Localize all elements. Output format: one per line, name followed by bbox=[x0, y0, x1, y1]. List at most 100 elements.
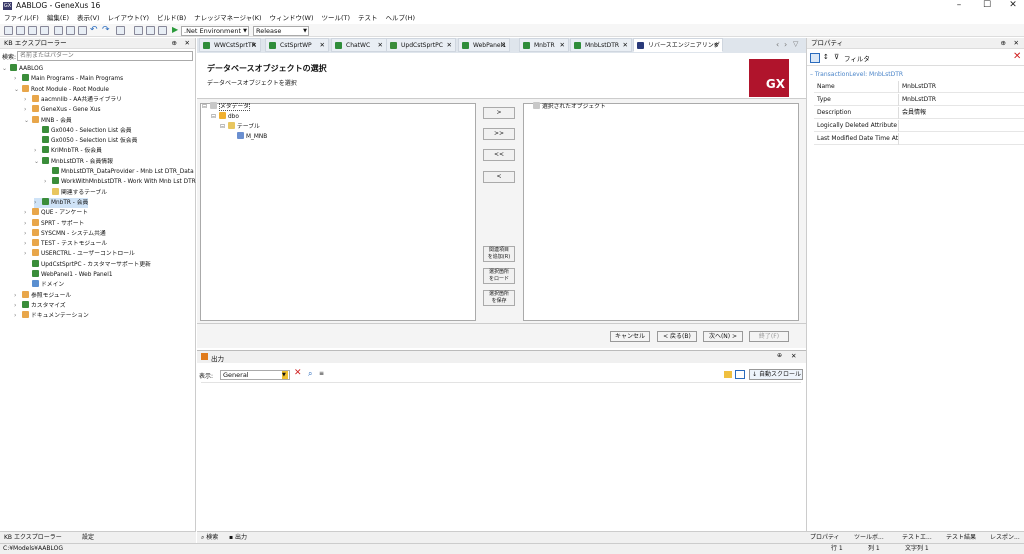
expander-icon[interactable]: › bbox=[34, 146, 42, 156]
tree-item-kb-root[interactable]: ⌄ AABLOG bbox=[2, 64, 43, 74]
deploy-icon[interactable] bbox=[158, 26, 167, 35]
tree-item-customization[interactable]: › カスタマイズ bbox=[14, 300, 66, 311]
property-row[interactable]: Description 会員情報 bbox=[814, 107, 1024, 119]
back-button[interactable]: < 戻る(B) bbox=[657, 331, 697, 342]
build-icon[interactable] bbox=[134, 26, 143, 35]
cancel-button[interactable]: キャンセル bbox=[610, 331, 650, 342]
property-value[interactable] bbox=[898, 120, 902, 132]
tab-chatwc[interactable]: ChatWC ✕ bbox=[331, 38, 387, 52]
menu-test[interactable]: テスト bbox=[354, 13, 382, 24]
save-icon[interactable] bbox=[28, 26, 37, 35]
tree-item-mnbtr[interactable]: › MnbTR - 会員 bbox=[34, 197, 89, 208]
tree-item-domains[interactable]: ドメイン bbox=[24, 280, 64, 290]
tree-item-module-genexus[interactable]: › GeneXus - Gene Xus bbox=[24, 105, 101, 115]
tab-close-icon[interactable]: ✕ bbox=[501, 39, 506, 52]
move-all-right-button[interactable]: >> bbox=[483, 128, 515, 140]
expander-icon[interactable]: › bbox=[44, 177, 52, 187]
menu-tools[interactable]: ツール(T) bbox=[318, 13, 355, 24]
move-left-button[interactable]: < bbox=[483, 171, 515, 183]
tree-node-metadata[interactable]: ⊟ メタデータ bbox=[202, 102, 250, 112]
tab-close-icon[interactable]: ✕ bbox=[623, 39, 628, 52]
tree-item-references[interactable]: › 参照モジュール bbox=[14, 290, 71, 301]
minimize-button[interactable]: – bbox=[946, 0, 972, 12]
expander-icon[interactable]: ⌄ bbox=[2, 64, 10, 74]
tree-item-mnblstdtr-dataprovider[interactable]: MnbLstDTR_DataProvider - Mnb Lst DTR_Dat… bbox=[44, 167, 194, 177]
expander-icon[interactable]: › bbox=[24, 105, 32, 115]
expander-icon[interactable]: › bbox=[24, 249, 32, 259]
tree-item-webpanel1[interactable]: WebPanel1 - Web Panel1 bbox=[24, 270, 113, 280]
selected-objects-list[interactable] bbox=[523, 103, 799, 321]
tree-item-module-aacmnlib[interactable]: › aacmnlib - AA共通ライブラリ bbox=[24, 94, 122, 105]
next-button[interactable]: 次へ(N) > bbox=[703, 331, 743, 342]
configuration-select[interactable]: Release ▼ bbox=[253, 26, 309, 36]
tree-item-gx0050[interactable]: Gx0050 - Selection List 仮会員 bbox=[34, 136, 137, 146]
open-icon[interactable] bbox=[16, 26, 25, 35]
property-value[interactable]: 会員情報 bbox=[898, 107, 926, 119]
property-value[interactable]: MnbLstDTR bbox=[898, 81, 936, 93]
tree-item-module-userctrl[interactable]: › USERCTRL - ユーザーコントロール bbox=[24, 249, 135, 259]
tree-item-documentation[interactable]: › ドキュメンテーション bbox=[14, 311, 89, 321]
tab-mnblstdtr[interactable]: MnbLstDTR ✕ bbox=[570, 38, 632, 52]
menu-file[interactable]: ファイル(F) bbox=[0, 13, 43, 24]
expander-icon[interactable]: ⌄ bbox=[14, 85, 22, 95]
move-right-button[interactable]: > bbox=[483, 107, 515, 119]
search-input[interactable] bbox=[17, 51, 193, 61]
tree-item-gx0040[interactable]: Gx0040 - Selection List 会員 bbox=[34, 125, 132, 136]
save-all-icon[interactable] bbox=[40, 26, 49, 35]
properties-close-icon[interactable]: ✕ bbox=[1014, 38, 1019, 49]
tab-close-icon[interactable]: ✕ bbox=[252, 39, 257, 52]
expander-icon[interactable]: › bbox=[14, 74, 22, 84]
tree-item-root-module[interactable]: ⌄ Root Module - Root Module bbox=[14, 84, 109, 95]
wrap-icon[interactable] bbox=[735, 370, 745, 379]
run-icon[interactable]: ▶ bbox=[172, 25, 178, 34]
menu-view[interactable]: 表示(V) bbox=[73, 13, 104, 24]
tree-item-updcstsprtpc[interactable]: UpdCstSprtPC - カスタマーサポート更新 bbox=[24, 259, 151, 270]
tree-node-dbo[interactable]: ⊟ dbo bbox=[211, 112, 239, 122]
close-icon[interactable]: ✕ bbox=[185, 38, 190, 49]
menu-help[interactable]: ヘルプ(H) bbox=[382, 13, 419, 24]
undo-icon[interactable]: ↶ bbox=[90, 25, 98, 35]
new-icon[interactable] bbox=[4, 26, 13, 35]
clear-icon[interactable]: ✕ bbox=[294, 368, 302, 378]
tree-item-workwith-mnblstdtr[interactable]: › WorkWithMnbLstDTR - Work With Mnb Lst D… bbox=[44, 177, 196, 187]
scroll-left-icon[interactable]: ‹ bbox=[776, 40, 779, 49]
output-show-select[interactable]: General ▼ bbox=[220, 370, 290, 380]
copy-icon[interactable] bbox=[66, 26, 75, 35]
menu-edit[interactable]: 編集(E) bbox=[43, 13, 73, 24]
tab-close-icon[interactable]: ✕ bbox=[447, 39, 452, 52]
scroll-right-icon[interactable]: › bbox=[784, 40, 787, 49]
menu-layout[interactable]: レイアウト(Y) bbox=[104, 13, 154, 24]
expander-icon[interactable]: › bbox=[14, 311, 22, 321]
menu-knowledge-manager[interactable]: ナレッジマネージャ(K) bbox=[190, 13, 265, 24]
finish-button[interactable]: 終了(F) bbox=[749, 331, 789, 342]
property-row[interactable]: Type MnbLstDTR bbox=[814, 94, 1024, 106]
tree-item-module-test[interactable]: › TEST - テストモジュール bbox=[24, 239, 107, 249]
tab-cstsprtwp[interactable]: CstSprtWP ✕ bbox=[265, 38, 329, 52]
tab-close-icon[interactable]: ✕ bbox=[378, 39, 383, 52]
selected-objects-root[interactable]: 選択されたオブジェクト bbox=[533, 102, 606, 112]
save-selection-button[interactable]: 選択箇所 を保存 bbox=[483, 290, 515, 306]
autoscroll-button[interactable]: ↓ 自動スクロール bbox=[749, 369, 803, 380]
properties-filter-label[interactable]: フィルタ bbox=[844, 53, 870, 63]
move-all-left-button[interactable]: << bbox=[483, 149, 515, 161]
folder-icon[interactable] bbox=[724, 371, 732, 378]
expander-icon[interactable]: › bbox=[24, 219, 32, 229]
sort-icon[interactable]: ↕ bbox=[823, 53, 829, 61]
property-row[interactable]: Name MnbLstDTR bbox=[814, 81, 1024, 93]
expander-icon[interactable]: › bbox=[24, 95, 32, 105]
close-button[interactable]: ✕ bbox=[1000, 0, 1024, 12]
menu-build[interactable]: ビルド(B) bbox=[153, 13, 190, 24]
filter-icon[interactable]: ≡ bbox=[319, 370, 324, 377]
tab-mnbtr[interactable]: MnbTR ✕ bbox=[519, 38, 569, 52]
tree-item-module-sprt[interactable]: › SPRT - サポート bbox=[24, 218, 84, 229]
expander-icon[interactable]: › bbox=[14, 301, 22, 311]
property-row[interactable]: Last Modified Date Time At bbox=[814, 133, 1024, 145]
tree-item-module-syscmn[interactable]: › SYSCMN - システム共通 bbox=[24, 228, 106, 239]
property-value[interactable]: MnbLstDTR bbox=[898, 94, 936, 106]
menu-window[interactable]: ウィンドウ(W) bbox=[266, 13, 318, 24]
expander-icon[interactable]: › bbox=[34, 198, 42, 208]
pin-icon[interactable]: ⊕ bbox=[172, 38, 177, 49]
history-icon[interactable] bbox=[116, 26, 125, 35]
maximize-button[interactable]: ☐ bbox=[974, 0, 1000, 12]
tree-item-mnblstdtr[interactable]: ⌄ MnbLstDTR - 会員情報 bbox=[34, 156, 113, 167]
